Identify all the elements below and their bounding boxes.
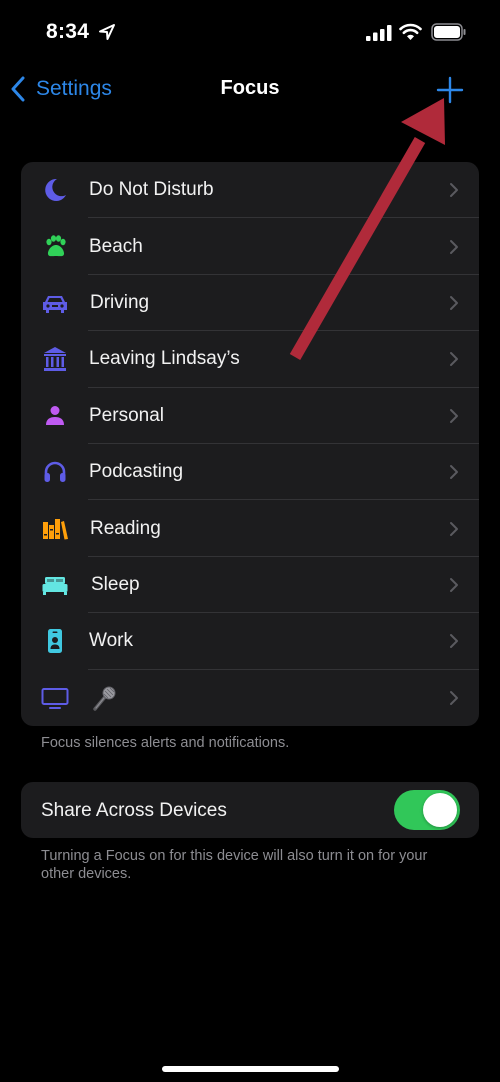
headphones-icon	[44, 461, 66, 483]
add-focus-button[interactable]	[436, 76, 464, 104]
person-icon	[46, 405, 64, 425]
focus-item-do-not-disturb[interactable]: Do Not Disturb	[21, 162, 479, 219]
focus-item-label: Podcasting	[89, 461, 184, 483]
focus-item-label: Driving	[90, 291, 150, 313]
microphone-emoji-icon	[93, 686, 116, 711]
chevron-right-icon	[450, 183, 458, 198]
cellular-signal-icon	[366, 25, 392, 41]
chevron-right-icon	[450, 577, 458, 592]
focus-item-label: Do Not Disturb	[89, 179, 214, 201]
share-footer: Turning a Focus on for this device will …	[41, 848, 428, 882]
chevron-right-icon	[450, 634, 458, 649]
focus-item-podcasting[interactable]: Podcasting	[21, 444, 479, 501]
focus-item-beach[interactable]: Beach	[21, 218, 479, 275]
chevron-right-icon	[450, 295, 458, 310]
location-arrow-icon	[99, 24, 115, 40]
focus-item-tv-microphone[interactable]	[21, 670, 479, 726]
chevron-right-icon	[450, 521, 458, 536]
focus-item-personal[interactable]: Personal	[21, 388, 479, 444]
focus-item-label: Reading	[90, 517, 161, 539]
focus-item-label: Work	[89, 630, 133, 652]
tv-icon	[41, 687, 69, 709]
status-bar: 8:34	[0, 0, 500, 62]
chevron-right-icon	[450, 690, 458, 705]
moon-icon	[45, 179, 66, 202]
building-columns-icon	[44, 347, 66, 372]
share-across-devices-toggle[interactable]	[394, 790, 460, 830]
focus-item-label: Personal	[89, 404, 164, 426]
page-title: Focus	[220, 77, 280, 99]
focus-item-work[interactable]: Work	[21, 613, 479, 670]
focus-item-label: Leaving Lindsay’s	[89, 348, 240, 370]
chevron-right-icon	[450, 408, 458, 423]
focus-item-sleep[interactable]: Sleep	[21, 557, 479, 614]
focus-list-footer: Focus silences alerts and notifications.	[41, 735, 290, 751]
chevron-right-icon	[450, 352, 458, 367]
id-badge-icon	[48, 629, 62, 654]
status-time: 8:34	[46, 20, 90, 43]
wifi-icon	[399, 23, 422, 40]
battery-icon	[431, 23, 466, 41]
focus-item-label: Beach	[89, 235, 143, 257]
books-icon	[43, 518, 68, 540]
share-across-devices-row: Share Across Devices	[21, 782, 479, 838]
car-icon	[43, 295, 67, 313]
chevron-right-icon	[450, 465, 458, 480]
share-across-devices-label: Share Across Devices	[41, 800, 227, 821]
chevron-right-icon	[450, 239, 458, 254]
focus-item-leaving-lindsays[interactable]: Leaving Lindsay’s	[21, 331, 479, 388]
focus-item-reading[interactable]: Reading	[21, 500, 479, 557]
nav-bar: Settings Focus	[0, 62, 500, 116]
paw-icon	[46, 234, 66, 256]
bed-icon	[42, 576, 68, 595]
focus-list: Do Not Disturb Beach Driving Leaving Lin…	[21, 162, 479, 726]
toggle-knob	[423, 793, 457, 827]
focus-item-label: Sleep	[91, 573, 140, 595]
focus-item-driving[interactable]: Driving	[21, 275, 479, 332]
home-indicator[interactable]	[162, 1066, 339, 1072]
